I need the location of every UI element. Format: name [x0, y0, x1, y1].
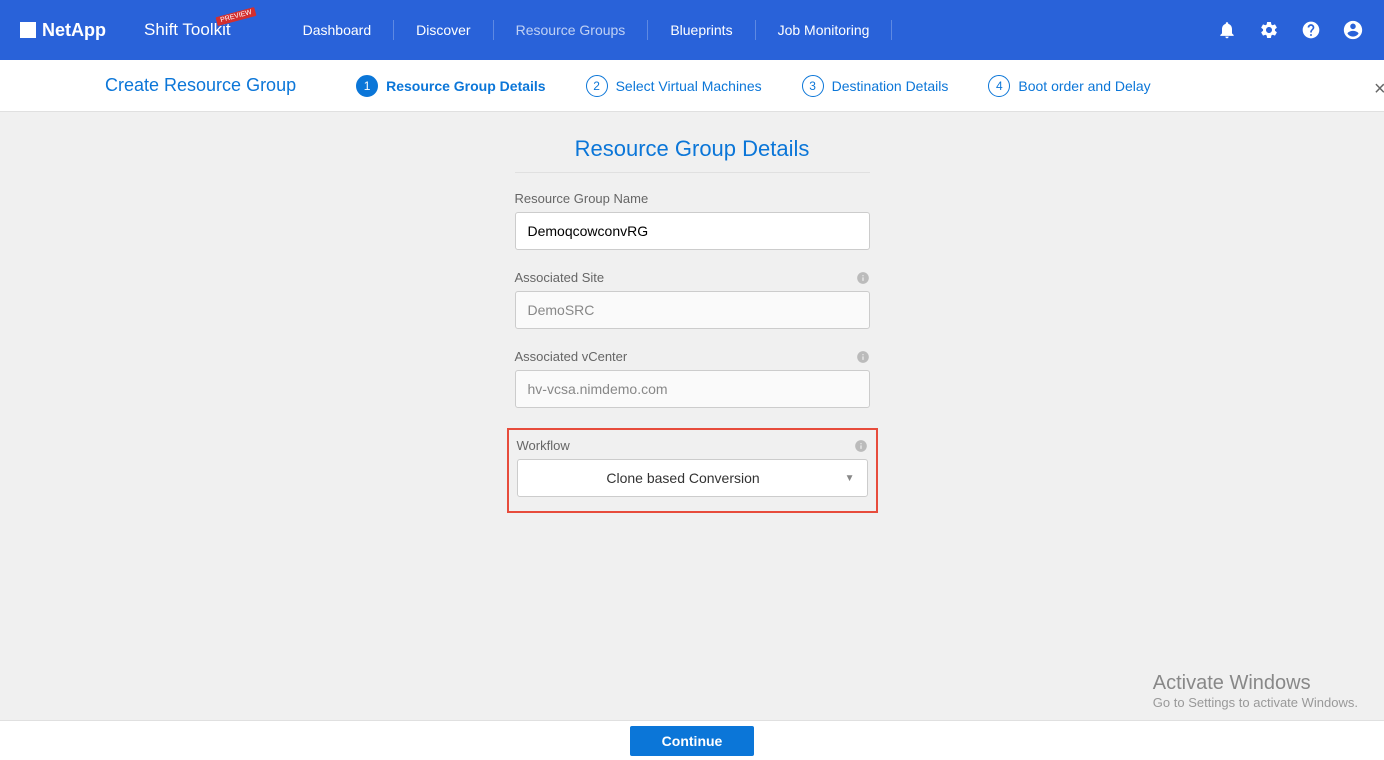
rg-name-input[interactable]: [515, 212, 870, 250]
brand-text: NetApp: [42, 20, 106, 41]
nav-job-monitoring[interactable]: Job Monitoring: [756, 20, 893, 40]
nav-discover[interactable]: Discover: [394, 20, 493, 40]
main-nav: Dashboard Discover Resource Groups Bluep…: [281, 20, 893, 40]
watermark-sub: Go to Settings to activate Windows.: [1153, 695, 1358, 710]
field-rg-name: Resource Group Name: [515, 191, 870, 250]
rg-name-label: Resource Group Name: [515, 191, 649, 206]
wizard-header: Create Resource Group 1 Resource Group D…: [0, 60, 1384, 112]
field-associated-vcenter: Associated vCenter: [515, 349, 870, 408]
continue-button[interactable]: Continue: [630, 726, 755, 756]
step-boot-order[interactable]: 4 Boot order and Delay: [988, 75, 1150, 97]
step-number: 3: [802, 75, 824, 97]
help-icon[interactable]: [1300, 19, 1322, 41]
windows-watermark: Activate Windows Go to Settings to activ…: [1153, 672, 1358, 710]
user-icon[interactable]: [1342, 19, 1364, 41]
site-input: [515, 291, 870, 329]
step-select-vms[interactable]: 2 Select Virtual Machines: [586, 75, 762, 97]
resource-group-form: Resource Group Name Associated Site Asso…: [515, 191, 870, 513]
nav-resource-groups[interactable]: Resource Groups: [494, 20, 649, 40]
chevron-down-icon: ▼: [845, 473, 855, 484]
divider: [515, 172, 870, 173]
close-icon[interactable]: ×: [1374, 78, 1384, 94]
step-number: 4: [988, 75, 1010, 97]
wizard-steps: 1 Resource Group Details 2 Select Virtua…: [356, 75, 1151, 97]
form-title: Resource Group Details: [575, 136, 810, 162]
workflow-highlight: Workflow Clone based Conversion ▼: [507, 428, 878, 513]
top-navbar: NetApp Shift Toolkit PREVIEW Dashboard D…: [0, 0, 1384, 60]
footer-bar: Continue: [0, 720, 1384, 760]
step-resource-group-details[interactable]: 1 Resource Group Details: [356, 75, 546, 97]
page-title: Create Resource Group: [105, 75, 296, 96]
step-label: Select Virtual Machines: [616, 78, 762, 94]
main-content: Resource Group Details Resource Group Na…: [0, 112, 1384, 720]
gear-icon[interactable]: [1258, 19, 1280, 41]
vcenter-label: Associated vCenter: [515, 349, 628, 364]
step-label: Destination Details: [832, 78, 949, 94]
step-label: Boot order and Delay: [1018, 78, 1150, 94]
workflow-select[interactable]: Clone based Conversion ▼: [517, 459, 868, 497]
step-number: 2: [586, 75, 608, 97]
netapp-icon: [20, 22, 36, 38]
brand-logo: NetApp: [20, 20, 106, 41]
workflow-value: Clone based Conversion: [530, 470, 837, 486]
field-associated-site: Associated Site: [515, 270, 870, 329]
step-number: 1: [356, 75, 378, 97]
step-label: Resource Group Details: [386, 78, 546, 94]
watermark-title: Activate Windows: [1153, 672, 1358, 695]
preview-badge: PREVIEW: [216, 7, 257, 26]
info-icon[interactable]: [854, 439, 868, 453]
step-destination-details[interactable]: 3 Destination Details: [802, 75, 949, 97]
field-workflow: Workflow Clone based Conversion ▼: [517, 438, 868, 497]
topbar-actions: [1216, 19, 1364, 41]
info-icon[interactable]: [856, 271, 870, 285]
info-icon[interactable]: [856, 350, 870, 364]
bell-icon[interactable]: [1216, 19, 1238, 41]
product-name: Shift Toolkit PREVIEW: [144, 20, 231, 40]
nav-blueprints[interactable]: Blueprints: [648, 20, 755, 40]
workflow-label: Workflow: [517, 438, 570, 453]
vcenter-input: [515, 370, 870, 408]
site-label: Associated Site: [515, 270, 605, 285]
nav-dashboard[interactable]: Dashboard: [281, 20, 395, 40]
